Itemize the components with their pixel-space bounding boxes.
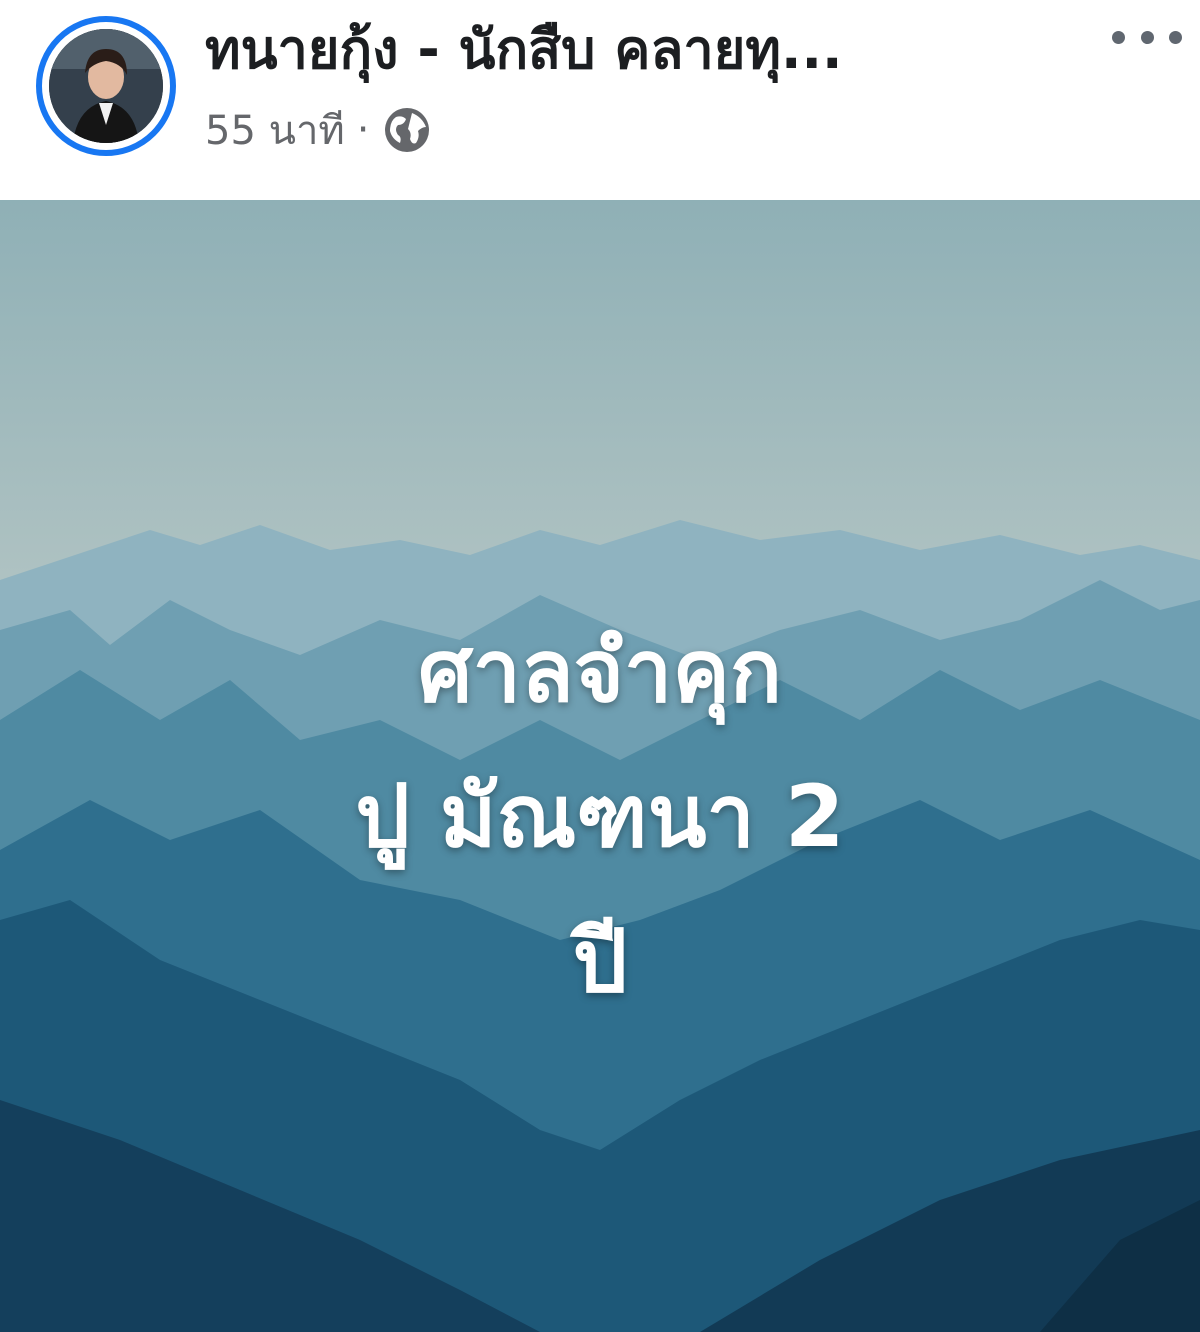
avatar-photo: [49, 29, 163, 143]
overlay-line-1: ศาลจำคุก: [418, 622, 782, 722]
more-options-icon[interactable]: [1112, 30, 1182, 44]
post-image[interactable]: ศาลจำคุก ปู มัณฑนา 2 ปี: [0, 200, 1200, 1332]
post-header: ทนายกุ้ง - นักสืบ คลายทุ... 55 นาที ·: [0, 0, 1200, 200]
meta-separator: ·: [356, 107, 370, 153]
globe-icon[interactable]: [382, 105, 432, 155]
overlay-line-2: ปู มัณฑนา 2: [355, 767, 845, 867]
author-name[interactable]: ทนายกุ้ง - นักสืบ คลายทุ...: [205, 12, 843, 88]
more-dot: [1140, 30, 1154, 44]
post-meta: 55 นาที ·: [205, 100, 432, 160]
image-overlay-text: ศาลจำคุก ปู มัณฑนา 2 ปี: [0, 600, 1200, 1035]
facebook-post: ทนายกุ้ง - นักสืบ คลายทุ... 55 นาที · ศา…: [0, 0, 1200, 1332]
avatar[interactable]: [36, 16, 176, 156]
overlay-line-3: ปี: [572, 912, 628, 1012]
more-dot: [1112, 30, 1125, 44]
more-dot: [1169, 30, 1182, 44]
post-timestamp[interactable]: 55 นาที: [205, 98, 345, 162]
